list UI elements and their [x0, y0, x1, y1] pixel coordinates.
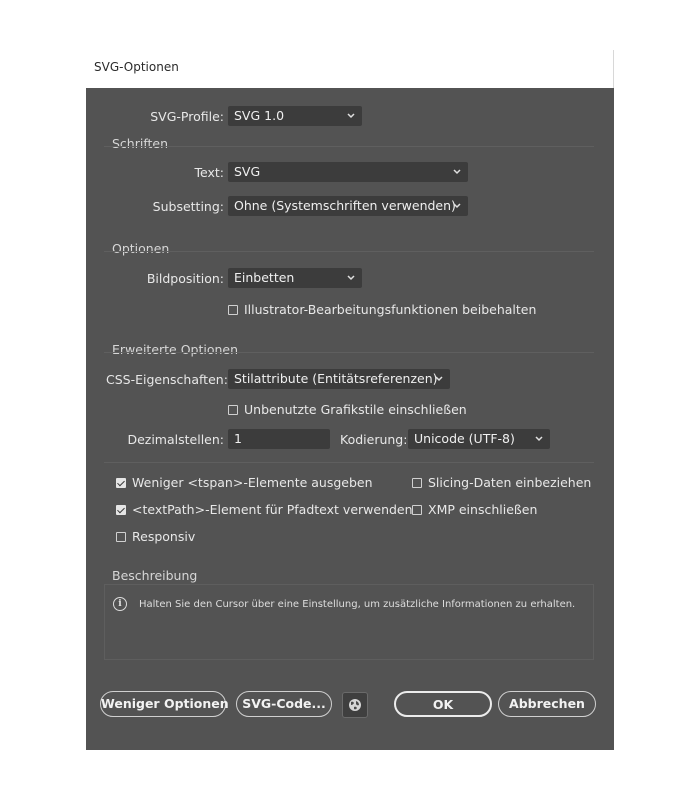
- fewer-tspan-checkbox[interactable]: [116, 477, 126, 488]
- text-dropdown[interactable]: SVG: [228, 162, 468, 182]
- image-location-dropdown[interactable]: Einbetten: [228, 268, 362, 288]
- window-title: SVG-Optionen: [94, 60, 179, 74]
- svg-profile-label: SVG-Profile:: [150, 109, 224, 124]
- responsive-checkbox[interactable]: [116, 531, 126, 542]
- css-properties-dropdown[interactable]: Stilattribute (Entitätsreferenzen): [228, 369, 450, 389]
- css-properties-label: CSS-Eigenschaften:: [106, 372, 228, 387]
- options-section-title: Optionen: [112, 241, 170, 256]
- text-label: Text:: [194, 165, 225, 180]
- textpath-label: <textPath>-Element für Pfadtext verwende…: [132, 502, 413, 517]
- image-location-label: Bildposition:: [146, 271, 224, 286]
- responsive-row[interactable]: Responsiv: [116, 529, 195, 544]
- preserve-editing-row[interactable]: Illustrator-Bearbeitungsfunktionen beibe…: [228, 302, 536, 317]
- encoding-label: Kodierung:: [340, 432, 408, 447]
- textpath-checkbox[interactable]: [116, 504, 126, 515]
- svg-code-button[interactable]: SVG-Code...: [236, 691, 332, 717]
- subsetting-label: Subsetting:: [152, 199, 224, 214]
- slicing-label: Slicing-Daten einbeziehen: [428, 475, 592, 490]
- chevron-down-icon: [453, 203, 461, 209]
- advanced-checkboxes-group: [104, 462, 594, 463]
- advanced-group: [104, 352, 594, 353]
- info-icon: i: [113, 597, 127, 611]
- fewer-tspan-row[interactable]: Weniger <tspan>-Elemente ausgeben: [116, 475, 373, 490]
- chevron-down-icon: [453, 169, 461, 175]
- subsetting-dropdown[interactable]: Ohne (Systemschriften verwenden): [228, 196, 468, 216]
- slicing-checkbox[interactable]: [412, 477, 422, 488]
- decimals-input[interactable]: 1: [228, 429, 330, 449]
- xmp-checkbox[interactable]: [412, 504, 422, 515]
- chevron-down-icon: [535, 436, 543, 442]
- image-location-value: Einbetten: [234, 270, 295, 285]
- css-properties-value: Stilattribute (Entitätsreferenzen): [234, 371, 438, 386]
- cancel-button[interactable]: Abbrechen: [498, 691, 596, 717]
- unused-styles-label: Unbenutzte Grafikstile einschließen: [244, 402, 467, 417]
- fonts-section-title: Schriften: [112, 136, 169, 151]
- options-group: [104, 251, 594, 252]
- textpath-row[interactable]: <textPath>-Element für Pfadtext verwende…: [116, 502, 413, 517]
- svg-profile-dropdown[interactable]: SVG 1.0: [228, 106, 362, 126]
- encoding-value: Unicode (UTF-8): [414, 431, 515, 446]
- description-section-title: Beschreibung: [112, 568, 198, 583]
- fewer-options-button[interactable]: Weniger Optionen: [100, 691, 229, 717]
- globe-icon: [349, 699, 361, 711]
- window-title-bar: SVG-Optionen: [86, 50, 614, 88]
- svg-options-dialog: SVG-Profile: SVG 1.0 Schriften Text: SVG…: [86, 88, 614, 750]
- decimals-label: Dezimalstellen:: [127, 432, 224, 447]
- unused-styles-row[interactable]: Unbenutzte Grafikstile einschließen: [228, 402, 467, 417]
- slicing-row[interactable]: Slicing-Daten einbeziehen: [412, 475, 591, 490]
- xmp-label: XMP einschließen: [428, 502, 538, 517]
- encoding-dropdown[interactable]: Unicode (UTF-8): [408, 429, 550, 449]
- globe-button[interactable]: [342, 692, 368, 718]
- description-box: i Halten Sie den Cursor über eine Einste…: [104, 584, 594, 660]
- chevron-down-icon: [435, 376, 443, 382]
- description-text: Halten Sie den Cursor über eine Einstell…: [139, 599, 576, 610]
- text-value: SVG: [234, 164, 261, 179]
- advanced-section-title: Erweiterte Optionen: [112, 342, 239, 357]
- chevron-down-icon: [347, 113, 355, 119]
- svg-profile-value: SVG 1.0: [234, 108, 285, 123]
- ok-button[interactable]: OK: [394, 691, 492, 717]
- unused-styles-checkbox[interactable]: [228, 404, 238, 415]
- subsetting-value: Ohne (Systemschriften verwenden): [234, 198, 456, 213]
- fonts-group: [104, 146, 594, 147]
- preserve-editing-label: Illustrator-Bearbeitungsfunktionen beibe…: [244, 302, 537, 317]
- responsive-label: Responsiv: [132, 529, 196, 544]
- chevron-down-icon: [347, 275, 355, 281]
- preserve-editing-checkbox[interactable]: [228, 304, 238, 315]
- fewer-tspan-label: Weniger <tspan>-Elemente ausgeben: [132, 475, 373, 490]
- xmp-row[interactable]: XMP einschließen: [412, 502, 537, 517]
